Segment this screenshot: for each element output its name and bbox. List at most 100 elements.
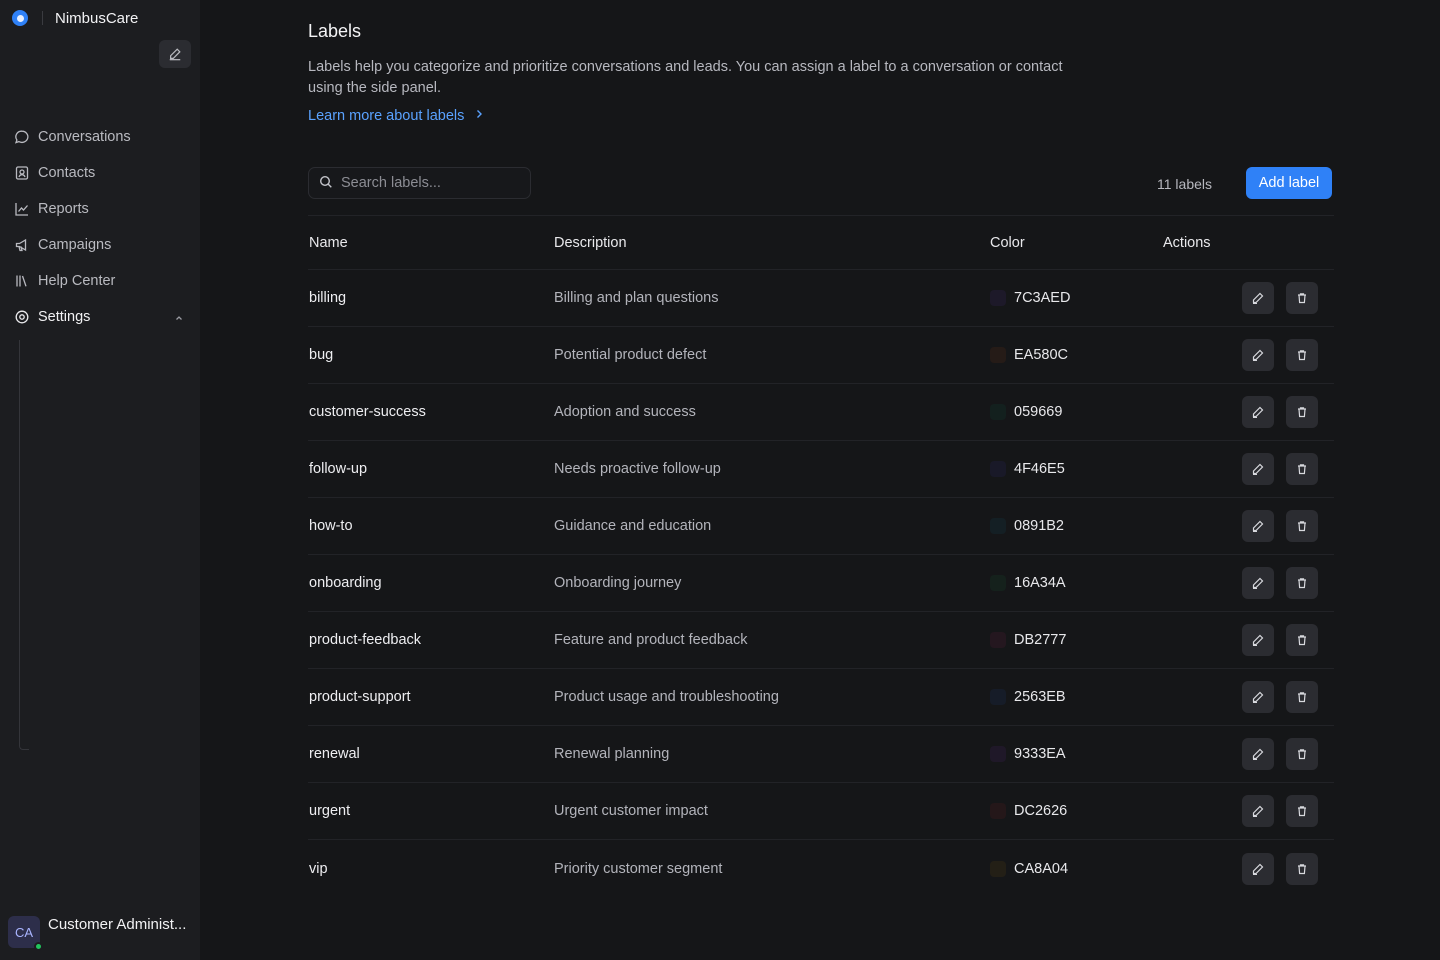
label-description: Onboarding journey: [554, 575, 682, 591]
edit-label-button[interactable]: [1242, 567, 1274, 599]
edit-label-button[interactable]: [1242, 510, 1274, 542]
row-actions: [1163, 339, 1334, 371]
trash-icon: [1298, 863, 1306, 874]
color-swatch: [990, 803, 1006, 819]
table-row: renewal Renewal planning 9333EA: [308, 726, 1334, 783]
table-body: billing Billing and plan questions 7C3AE…: [308, 270, 1334, 897]
delete-label-button[interactable]: [1286, 396, 1318, 428]
delete-label-button[interactable]: [1286, 738, 1318, 770]
table-row: vip Priority customer segment CA8A04: [308, 840, 1334, 897]
sidebar-item-help-center[interactable]: Help Center: [0, 263, 200, 299]
header-actions-label: Actions: [1163, 234, 1211, 251]
edit-label-button[interactable]: [1242, 738, 1274, 770]
delete-label-button[interactable]: [1286, 282, 1318, 314]
label-name: bug: [309, 347, 334, 363]
sidebar-item-label: Help Center: [38, 273, 116, 289]
settings-submenu-guide: [19, 340, 29, 750]
color-swatch: [990, 632, 1006, 648]
edit-label-button[interactable]: [1242, 396, 1274, 428]
pencil-icon: [1252, 406, 1264, 418]
search-input[interactable]: [341, 175, 511, 191]
edit-label-button[interactable]: [1242, 681, 1274, 713]
contact-card-icon: [14, 165, 30, 181]
pencil-icon: [1252, 292, 1264, 304]
label-name: billing: [309, 290, 347, 306]
delete-label-button[interactable]: [1286, 510, 1318, 542]
delete-label-button[interactable]: [1286, 852, 1318, 885]
table-row: bug Potential product defect EA580C: [308, 327, 1334, 384]
row-actions: [1163, 567, 1334, 599]
row-actions: [1163, 510, 1334, 542]
brand-name: NimbusCare: [55, 9, 139, 27]
delete-label-button[interactable]: [1286, 339, 1318, 371]
library-icon: [14, 273, 30, 289]
color-swatch: [990, 518, 1006, 534]
edit-label-button[interactable]: [1242, 795, 1274, 827]
pencil-icon: [1252, 691, 1264, 703]
row-actions: [1163, 453, 1334, 485]
sidebar-item-reports[interactable]: Reports: [0, 191, 200, 227]
add-label-button[interactable]: Add label: [1246, 167, 1332, 199]
sidebar-item-label: Settings: [38, 309, 91, 325]
user-name: Customer Administ...: [48, 915, 187, 933]
table-row: onboarding Onboarding journey 16A34A: [308, 555, 1334, 612]
delete-label-button[interactable]: [1286, 795, 1318, 827]
sidebar-item-label: Campaigns: [38, 237, 112, 253]
brand-logo-icon: [12, 10, 28, 26]
label-color: 2563EB: [990, 689, 1163, 705]
color-hex: 9333EA: [1014, 746, 1066, 762]
line-chart-icon: [14, 201, 30, 217]
label-name: how-to: [309, 518, 353, 534]
label-name: follow-up: [309, 461, 368, 477]
compose-button[interactable]: [159, 40, 191, 68]
label-name: onboarding: [309, 575, 382, 591]
color-swatch: [990, 575, 1006, 591]
sidebar-item-label: Contacts: [38, 165, 96, 181]
table-row: billing Billing and plan questions 7C3AE…: [308, 270, 1334, 327]
edit-label-button[interactable]: [1242, 453, 1274, 485]
megaphone-icon: [14, 237, 30, 253]
color-hex: CA8A04: [1014, 860, 1069, 877]
trash-icon: [1298, 635, 1306, 646]
color-hex: 2563EB: [1014, 689, 1066, 705]
sidebar-item-campaigns[interactable]: Campaigns: [0, 227, 200, 263]
sidebar-item-contacts[interactable]: Contacts: [0, 155, 200, 191]
label-color: 16A34A: [990, 575, 1163, 591]
table-header: Name Description Color Actions: [308, 215, 1334, 270]
label-color: CA8A04: [990, 860, 1163, 877]
edit-label-button[interactable]: [1242, 852, 1274, 885]
header-name: Name: [309, 234, 348, 251]
label-name: customer-success: [309, 404, 426, 420]
color-swatch: [990, 461, 1006, 477]
delete-label-button[interactable]: [1286, 453, 1318, 485]
user-profile[interactable]: CA Customer Administ...: [8, 915, 187, 951]
row-actions: [1163, 681, 1334, 713]
sidebar: NimbusCare Conversations Contacts Report…: [0, 0, 200, 960]
sidebar-item-settings[interactable]: Settings: [0, 299, 200, 335]
edit-label-button[interactable]: [1242, 339, 1274, 371]
learn-more-link[interactable]: Learn more about labels: [308, 108, 484, 124]
row-actions: [1163, 738, 1334, 770]
label-color: 9333EA: [990, 746, 1163, 762]
trash-icon: [1298, 464, 1306, 475]
color-hex: 0891B2: [1014, 518, 1064, 534]
label-description: Priority customer segment: [554, 860, 723, 877]
search-box[interactable]: [308, 167, 531, 199]
chevron-up-icon[interactable]: [174, 311, 184, 327]
pencil-icon: [1252, 349, 1264, 361]
edit-label-button[interactable]: [1242, 624, 1274, 656]
label-name: vip: [309, 860, 328, 877]
color-hex: 4F46E5: [1014, 461, 1065, 477]
delete-label-button[interactable]: [1286, 624, 1318, 656]
delete-label-button[interactable]: [1286, 681, 1318, 713]
chat-bubble-icon: [14, 129, 30, 145]
trash-icon: [1298, 521, 1306, 532]
brand[interactable]: NimbusCare: [12, 8, 138, 28]
label-description: Guidance and education: [554, 518, 712, 534]
label-name: urgent: [309, 803, 351, 819]
delete-label-button[interactable]: [1286, 567, 1318, 599]
table-row: how-to Guidance and education 0891B2: [308, 498, 1334, 555]
sidebar-item-conversations[interactable]: Conversations: [0, 119, 200, 155]
labels-table: Name Description Color Actions billing B…: [308, 215, 1334, 897]
edit-label-button[interactable]: [1242, 282, 1274, 314]
